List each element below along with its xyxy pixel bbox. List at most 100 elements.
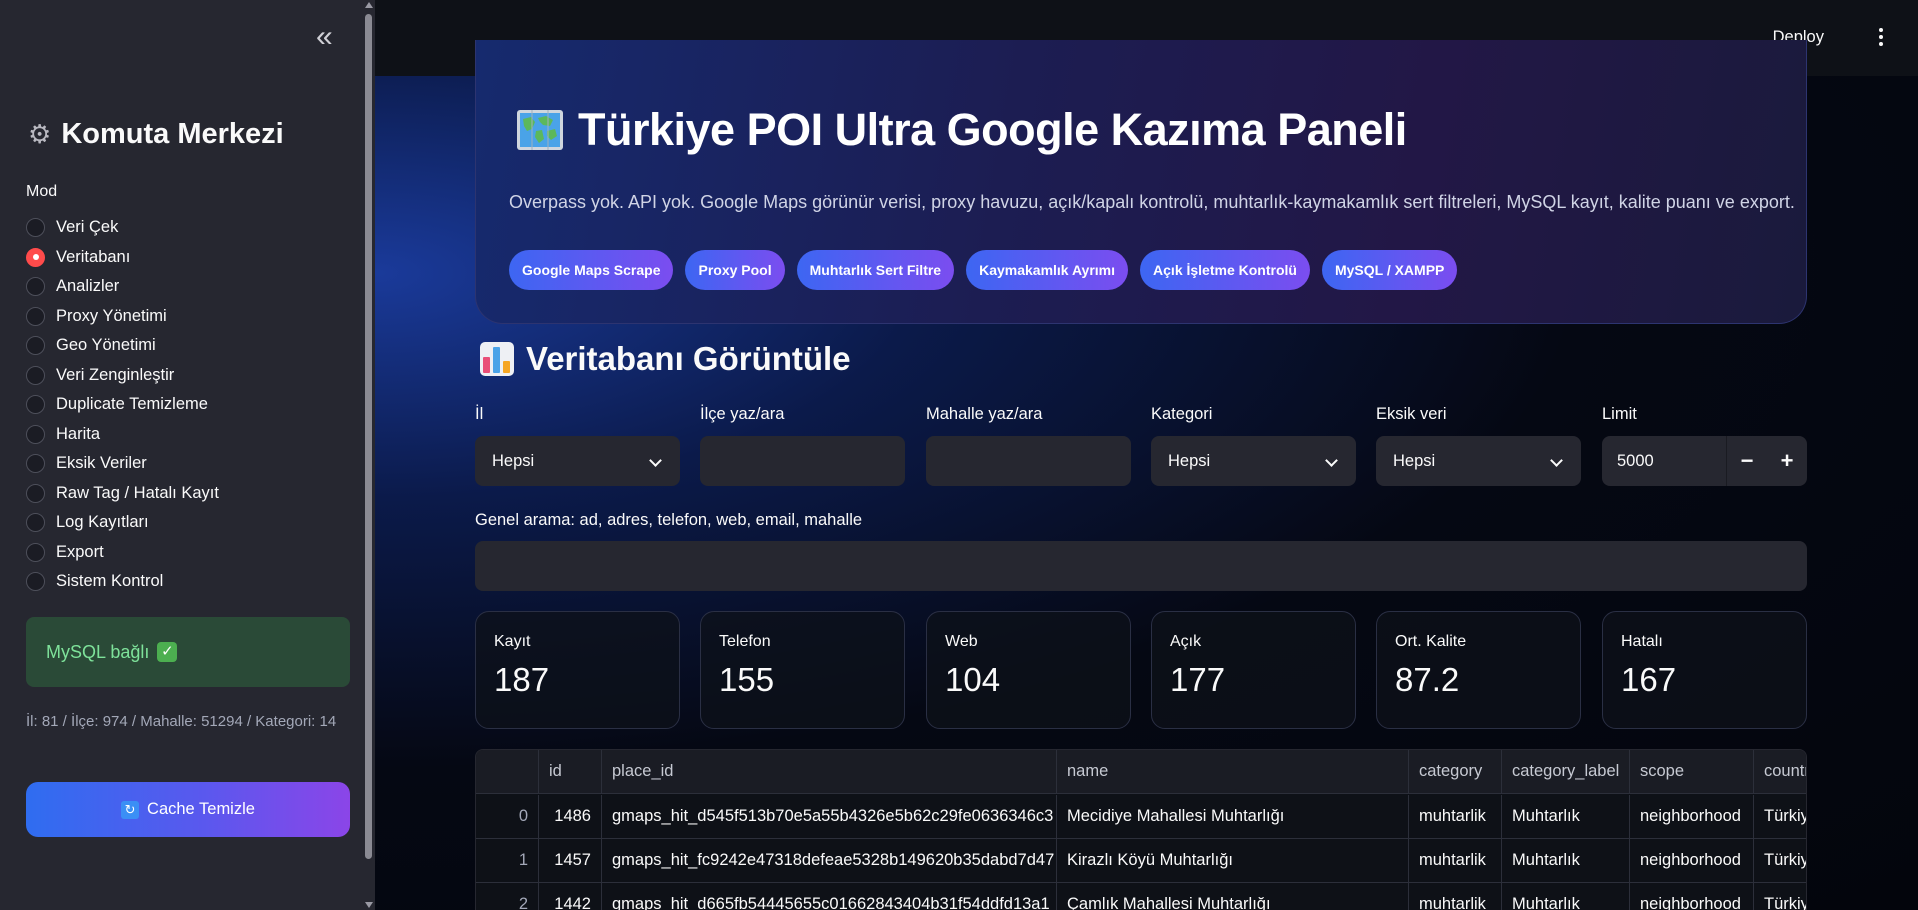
limit-label: Limit bbox=[1602, 405, 1637, 423]
metric-value: 177 bbox=[1170, 661, 1226, 698]
table-header-cell[interactable]: category_label bbox=[1502, 750, 1630, 794]
increment-button[interactable]: + bbox=[1767, 436, 1807, 486]
kategori-select-value: Hepsi bbox=[1168, 451, 1211, 470]
feature-pill[interactable]: MySQL / XAMPP bbox=[1321, 250, 1458, 290]
metric-label: Ort. Kalite bbox=[1395, 633, 1467, 650]
general-search-input[interactable] bbox=[475, 541, 1807, 591]
scroll-down-icon[interactable] bbox=[365, 902, 373, 908]
cache-clear-button[interactable]: ↻ Cache Temizle bbox=[26, 782, 350, 837]
table-cell[interactable]: neighborhood bbox=[1630, 839, 1754, 883]
table-cell[interactable]: neighborhood bbox=[1630, 883, 1754, 910]
main-content: Deploy Türkiye POI Ultra Google Kazıma P… bbox=[375, 0, 1918, 910]
table-cell[interactable]: Muhtarlık bbox=[1502, 795, 1630, 839]
sidebar-scrollbar[interactable] bbox=[363, 0, 375, 910]
radio-circle-icon[interactable] bbox=[26, 424, 45, 444]
table-row[interactable]: 1 1457 gmaps_hit_fc9242e47318defeae5328b14… bbox=[476, 839, 1806, 883]
table-cell[interactable]: Kirazlı Köyü Muhtarlığı bbox=[1057, 839, 1409, 883]
mode-radio-label: Eksik Veriler bbox=[56, 454, 147, 473]
mode-radio-option[interactable]: Log Kayıtları bbox=[26, 508, 219, 538]
table-cell[interactable]: 0 bbox=[476, 795, 539, 839]
table-row[interactable]: 0 1486 gmaps_hit_d545f513b70e5a55b4326e5b6… bbox=[476, 795, 1806, 839]
table-cell[interactable]: Türkiye bbox=[1754, 883, 1806, 910]
mode-radio-option[interactable]: Veritabanı bbox=[26, 243, 219, 273]
mode-radio-option[interactable]: Proxy Yönetimi bbox=[26, 302, 219, 332]
table-cell[interactable]: gmaps_hit_fc9242e47318defeae5328b149620b… bbox=[602, 839, 1057, 883]
il-select[interactable]: Hepsi bbox=[475, 436, 680, 486]
gear-icon: ⚙ bbox=[28, 119, 52, 149]
table-cell[interactable]: gmaps_hit_d545f513b70e5a55b4326e5b62c29f… bbox=[602, 795, 1057, 839]
feature-pill[interactable]: Muhtarlık Sert Filtre bbox=[796, 250, 955, 290]
table-cell[interactable]: 1442 bbox=[539, 883, 602, 910]
metric-label: Web bbox=[945, 633, 978, 650]
eksik-veri-select-value: Hepsi bbox=[1393, 451, 1436, 470]
table-header-cell[interactable] bbox=[476, 750, 539, 794]
main-menu-icon[interactable] bbox=[1878, 28, 1884, 48]
table-cell[interactable]: Mecidiye Mahallesi Muhtarlığı bbox=[1057, 795, 1409, 839]
table-cell[interactable]: muhtarlik bbox=[1409, 795, 1502, 839]
table-row[interactable]: 2 1442 gmaps_hit_d665fb54445655c0166284340… bbox=[476, 883, 1806, 910]
mode-radio-option[interactable]: Veri Çek bbox=[26, 213, 219, 243]
table-cell[interactable]: 1 bbox=[476, 839, 539, 883]
scroll-up-icon[interactable] bbox=[365, 2, 373, 8]
mode-radio-option[interactable]: Geo Yönetimi bbox=[26, 331, 219, 361]
table-cell[interactable]: muhtarlik bbox=[1409, 883, 1502, 910]
mode-radio-option[interactable]: Eksik Veriler bbox=[26, 449, 219, 479]
decrement-button[interactable]: − bbox=[1727, 436, 1767, 486]
radio-circle-icon[interactable] bbox=[26, 395, 45, 415]
table-cell[interactable]: Muhtarlık bbox=[1502, 883, 1630, 910]
metric-value: 104 bbox=[945, 661, 1001, 698]
table-cell[interactable]: Çamlık Mahallesi Muhtarlığı bbox=[1057, 883, 1409, 910]
mode-radio-option[interactable]: Veri Zenginleştir bbox=[26, 361, 219, 391]
table-header-cell[interactable]: scope bbox=[1630, 750, 1754, 794]
radio-circle-icon[interactable] bbox=[26, 306, 45, 326]
mode-radio-option[interactable]: Raw Tag / Hatalı Kayıt bbox=[26, 479, 219, 509]
general-search-label: Genel arama: ad, adres, telefon, web, em… bbox=[475, 511, 863, 529]
scrollbar-thumb[interactable] bbox=[365, 14, 372, 859]
radio-circle-icon[interactable] bbox=[26, 483, 45, 503]
table-cell[interactable]: muhtarlik bbox=[1409, 839, 1502, 883]
table-header-cell[interactable]: country bbox=[1754, 750, 1806, 794]
limit-value-field[interactable]: 5000 bbox=[1602, 436, 1727, 486]
table-header-cell[interactable]: category bbox=[1409, 750, 1502, 794]
feature-pill[interactable]: Açık İşletme Kontrolü bbox=[1140, 250, 1310, 290]
kategori-select[interactable]: Hepsi bbox=[1151, 436, 1356, 486]
radio-circle-icon[interactable] bbox=[26, 572, 45, 592]
table-cell[interactable]: Muhtarlık bbox=[1502, 839, 1630, 883]
mahalle-input[interactable] bbox=[926, 436, 1131, 486]
hero-subtitle: Overpass yok. API yok. Google Maps görün… bbox=[509, 192, 1795, 212]
table-cell[interactable]: 1486 bbox=[539, 795, 602, 839]
radio-circle-icon[interactable] bbox=[26, 542, 45, 562]
radio-circle-icon[interactable] bbox=[26, 365, 45, 385]
radio-circle-icon[interactable] bbox=[26, 277, 45, 297]
table-header-cell[interactable]: name bbox=[1057, 750, 1409, 794]
radio-circle-icon[interactable] bbox=[26, 247, 45, 267]
data-table[interactable]: id place_id name category category_label scop… bbox=[475, 749, 1807, 910]
mode-radio-option[interactable]: Sistem Kontrol bbox=[26, 567, 219, 597]
table-cell[interactable]: gmaps_hit_d665fb54445655c01662843404b31f… bbox=[602, 883, 1057, 910]
table-cell[interactable]: 2 bbox=[476, 883, 539, 910]
eksik-veri-select[interactable]: Hepsi bbox=[1376, 436, 1581, 486]
section-title-text: Veritabanı Görüntüle bbox=[526, 340, 851, 377]
mode-radio-option[interactable]: Harita bbox=[26, 420, 219, 450]
ilce-input[interactable] bbox=[700, 436, 905, 486]
feature-pills: Google Maps Scrape Proxy Pool Muhtarlık Se… bbox=[509, 250, 1458, 290]
radio-circle-icon[interactable] bbox=[26, 336, 45, 356]
table-cell[interactable]: 1457 bbox=[539, 839, 602, 883]
table-cell[interactable]: neighborhood bbox=[1630, 795, 1754, 839]
radio-circle-icon[interactable] bbox=[26, 454, 45, 474]
mode-radio-option[interactable]: Export bbox=[26, 538, 219, 568]
table-header-cell[interactable]: id bbox=[539, 750, 602, 794]
radio-circle-icon[interactable] bbox=[26, 218, 45, 238]
table-header-row[interactable]: id place_id name category category_label scop… bbox=[476, 750, 1806, 794]
hero-title: Türkiye POI Ultra Google Kazıma Paneli bbox=[516, 104, 1407, 156]
feature-pill[interactable]: Google Maps Scrape bbox=[509, 250, 674, 290]
mode-radio-option[interactable]: Analizler bbox=[26, 272, 219, 302]
feature-pill[interactable]: Kaymakamlık Ayrımı bbox=[966, 250, 1129, 290]
table-header-cell[interactable]: place_id bbox=[602, 750, 1057, 794]
mode-radio-option[interactable]: Duplicate Temizleme bbox=[26, 390, 219, 420]
radio-circle-icon[interactable] bbox=[26, 513, 45, 533]
feature-pill[interactable]: Proxy Pool bbox=[685, 250, 785, 290]
table-cell[interactable]: Türkiye bbox=[1754, 839, 1806, 883]
collapse-sidebar-icon[interactable]: « bbox=[316, 22, 342, 52]
table-cell[interactable]: Türkiye bbox=[1754, 795, 1806, 839]
